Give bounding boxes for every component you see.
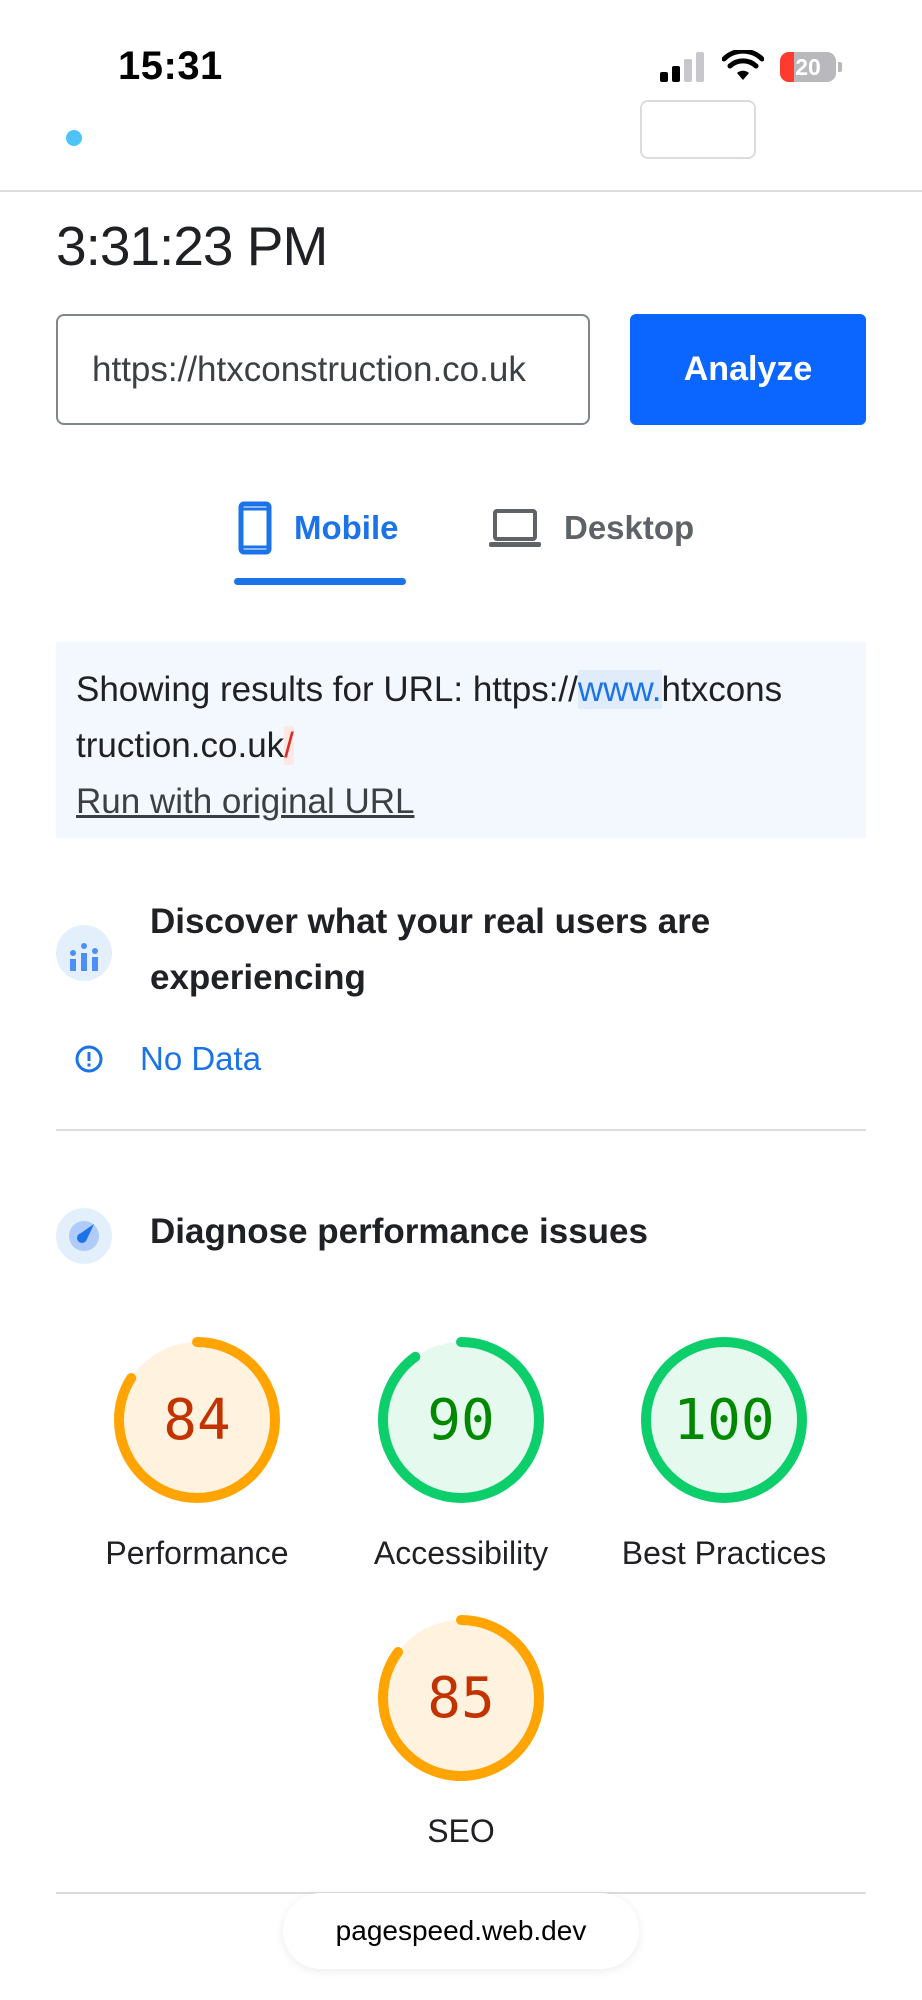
score-label: SEO: [427, 1813, 495, 1849]
analyze-button[interactable]: Analyze: [630, 314, 866, 425]
browser-address-pill[interactable]: pagespeed.web.dev: [283, 1893, 639, 1969]
top-nav: [0, 100, 922, 192]
tab-mobile-label: Mobile: [294, 509, 399, 546]
menu-button[interactable]: [640, 100, 756, 159]
section-divider: [56, 1129, 866, 1131]
score-value: 100: [673, 1387, 775, 1453]
no-data-label[interactable]: No Data: [140, 1040, 261, 1078]
smartphone-icon: [238, 501, 272, 555]
notice-middle: htxcons: [661, 670, 783, 709]
accessibility-score-gauge[interactable]: 90: [377, 1336, 545, 1509]
laptop-icon: [489, 509, 541, 547]
score-label: Performance: [105, 1535, 289, 1571]
score-value: 90: [427, 1387, 495, 1453]
field-data-title: Discover what your real users are experi…: [150, 902, 711, 997]
notice-slash-highlight: /: [284, 726, 294, 765]
score-label: Accessibility: [373, 1535, 549, 1571]
notice-www-highlight: www.: [577, 670, 662, 709]
battery-level: 20: [795, 54, 821, 80]
compass-icon: [56, 1208, 112, 1264]
info-icon: [75, 1045, 103, 1073]
status-time: 15:31: [118, 44, 223, 88]
performance-score-gauge[interactable]: 84: [113, 1336, 281, 1509]
run-original-url-link[interactable]: Run with original URL: [76, 782, 414, 821]
seo-score-gauge[interactable]: 85: [377, 1614, 545, 1787]
notice-prefix: Showing results for URL: https://: [76, 670, 578, 709]
users-chart-icon: [56, 925, 112, 981]
url-input[interactable]: https://htxconstruction.co.uk: [56, 314, 590, 425]
active-tab-indicator: [234, 578, 406, 585]
url-redirect-notice: Showing results for URL: https://www.htx…: [56, 642, 866, 838]
wifi-icon: [722, 50, 764, 80]
tab-desktop-label: Desktop: [564, 509, 695, 546]
diagnose-title: Diagnose performance issues: [150, 1212, 648, 1251]
battery-icon: 20: [780, 52, 842, 82]
score-label: Best Practices: [621, 1535, 827, 1571]
best-practices-score-gauge[interactable]: 100: [640, 1336, 808, 1509]
score-value: 84: [163, 1387, 231, 1453]
score-value: 85: [427, 1665, 495, 1731]
logo-icon: [66, 130, 82, 146]
cellular-signal-icon: [660, 52, 704, 82]
tab-mobile[interactable]: Mobile: [238, 500, 399, 556]
report-timestamp: 3:31:23 PM: [56, 215, 328, 277]
notice-line2: truction.co.uk: [76, 726, 285, 765]
tab-desktop[interactable]: Desktop: [488, 500, 694, 556]
